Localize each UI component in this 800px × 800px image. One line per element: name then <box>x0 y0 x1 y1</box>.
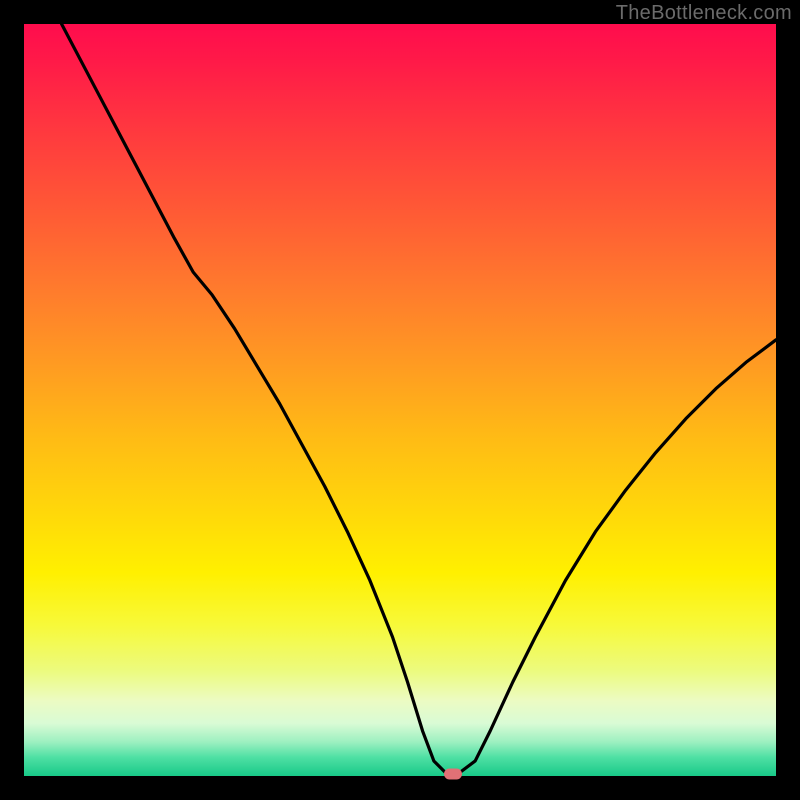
watermark-text: TheBottleneck.com <box>616 2 792 25</box>
plot-svg <box>24 24 776 776</box>
chart-frame: TheBottleneck.com <box>0 0 800 800</box>
plot-area <box>24 24 776 776</box>
optimum-marker <box>444 768 462 779</box>
